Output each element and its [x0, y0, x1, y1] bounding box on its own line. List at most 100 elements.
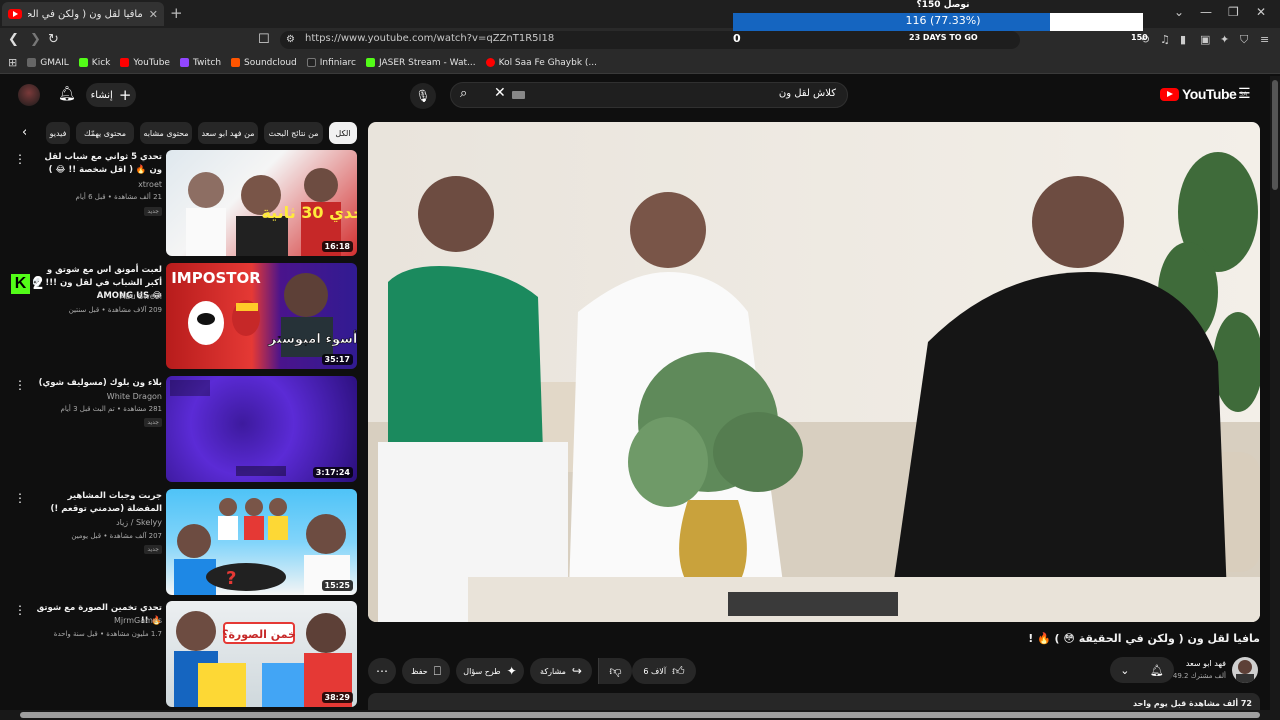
video-thumbnail[interactable]: خمن الصورة؟ 38:29	[166, 601, 357, 707]
channel-avatar[interactable]	[1232, 657, 1258, 683]
youtube-icon	[120, 58, 130, 67]
bookmark-save-icon: ⎕	[433, 663, 441, 678]
horizontal-scrollbar[interactable]	[0, 710, 1270, 720]
video-title[interactable]: تحدي 5 ثواني مع شباب لقل ون 🔥 ( اقل شخصة…	[30, 151, 163, 177]
reload-icon[interactable]: ↻	[48, 32, 59, 47]
bell-icon: 🔔︎	[1149, 663, 1164, 677]
horizontal-scroll-thumb[interactable]	[20, 712, 1260, 718]
create-button[interactable]: إنشاء +	[86, 83, 136, 107]
more-options-icon[interactable]: ⋮	[14, 378, 26, 392]
notifications-bell-icon[interactable]: 🔔︎	[58, 86, 76, 102]
chip-videos[interactable]: فيديو	[46, 122, 70, 144]
list-item[interactable]: IMPOSTOR أسوء امبوستر! 35:17 لعبت أمونق …	[0, 263, 360, 369]
ask-button[interactable]: طرح سؤال ✦	[456, 658, 524, 684]
back-icon[interactable]: ❮	[8, 32, 19, 47]
sparkle-icon[interactable]: ✦	[1220, 33, 1229, 46]
tab-search-icon[interactable]: ⌄	[1174, 5, 1184, 19]
account-avatar[interactable]	[18, 84, 40, 106]
wallet-icon[interactable]: ▣	[1200, 33, 1210, 46]
video-thumbnail[interactable]: ? 15:25	[166, 489, 357, 595]
share-button[interactable]: مشاركة ↪	[530, 658, 592, 684]
save-button[interactable]: حفظ ⎕	[402, 658, 450, 684]
microphone-icon: 🎙︎	[415, 89, 431, 103]
list-item[interactable]: ? 15:25 جربت وجبات المشاهير المفضلة (صدم…	[0, 489, 360, 595]
video-frame[interactable]	[368, 122, 1260, 622]
chip-from-search[interactable]: من نتائج البحث	[264, 122, 323, 144]
video-thumbnail[interactable]: 3:17:24	[166, 376, 357, 482]
goal-progress-text: 116 (77.33%)	[905, 14, 981, 27]
subscribed-button[interactable]: ⌄ 🔔︎	[1110, 657, 1174, 683]
goal-title: نوصل 150؟	[916, 0, 970, 10]
channel-name[interactable]: White Dragon	[22, 392, 162, 401]
channel-name[interactable]: زياد / Skelyy	[22, 518, 162, 527]
chip-scroll-left-icon[interactable]: ‹	[22, 125, 27, 140]
goal-progress-bar: 116 (77.33%)	[733, 13, 1143, 31]
video-thumbnail[interactable]: IMPOSTOR أسوء امبوستر! 35:17	[166, 263, 357, 369]
bookmark-kick[interactable]: Kick	[78, 58, 110, 68]
video-title[interactable]: جربت وجبات المشاهير المفضلة (صدمني توقعم…	[30, 490, 162, 516]
bookmark-label: Kol Saa Fe Ghaybk (...	[498, 57, 598, 68]
list-item[interactable]: 3:17:24 بلاء ون بلوك (مسوليف شوي) White …	[0, 376, 360, 482]
site-info-icon[interactable]: ⚙	[286, 34, 295, 45]
sidebar-icon[interactable]: ▮	[1180, 33, 1186, 46]
like-button[interactable]: 6 آلاف 👍︎	[632, 658, 696, 684]
bookmark-youtube[interactable]: YouTube	[120, 58, 170, 68]
guide-menu-icon[interactable]: ☰	[1238, 86, 1251, 102]
bookmark-soundcloud[interactable]: Soundcloud	[231, 58, 297, 68]
tab-close-icon[interactable]: ✕	[149, 8, 158, 21]
kick-icon	[78, 58, 88, 67]
shield-icon[interactable]: ⛉	[1240, 33, 1248, 47]
minimize-button[interactable]: —	[1200, 5, 1212, 19]
more-options-icon[interactable]: ⋮	[14, 491, 26, 505]
youtube-logo[interactable]: YouTube SA	[1160, 86, 1247, 102]
youtube-icon	[485, 58, 495, 67]
chip-all[interactable]: الكل	[329, 122, 357, 144]
close-window-button[interactable]: ✕	[1256, 5, 1266, 19]
thumbnail-text: تحدي 30 ثانية	[261, 203, 357, 223]
bookmark-infiniarc[interactable]: Infiniarc	[306, 58, 356, 68]
bookmark-twitch[interactable]: Twitch	[179, 58, 221, 68]
bookmark-icon[interactable]: ☐	[258, 32, 270, 47]
vertical-scroll-thumb[interactable]	[1272, 80, 1278, 190]
chip-for-you[interactable]: محتوى يهمّك	[76, 122, 134, 144]
more-options-icon[interactable]: ⋮	[14, 603, 26, 617]
music-icon[interactable]: ♫	[1160, 33, 1170, 46]
kick-live-widget: K 2	[11, 273, 43, 294]
bookmark-jaser-stream[interactable]: JASER Stream - Wat...	[365, 58, 476, 68]
channel-name[interactable]: xtroet	[22, 180, 162, 189]
chip-similar[interactable]: محتوى مشابه	[140, 122, 192, 144]
search-icon[interactable]: ⌕	[460, 86, 467, 101]
video-duration: 15:25	[321, 580, 353, 591]
new-badge: جديد	[144, 418, 162, 427]
more-options-icon[interactable]: ⋮	[14, 152, 26, 166]
voice-search-button[interactable]: 🎙︎	[410, 83, 436, 109]
apps-grid-icon[interactable]: ⊞	[8, 56, 17, 69]
new-tab-button[interactable]: +	[170, 4, 183, 22]
chip-from-channel[interactable]: من فهد ابو سعد	[198, 122, 258, 144]
bookmark-gmail[interactable]: GMAIL	[27, 58, 69, 68]
description-stats: 72 ألف مشاهدة قبل يوم واحد	[1133, 699, 1252, 708]
share-label: مشاركة	[540, 666, 566, 676]
clear-search-icon[interactable]: ✕	[494, 85, 506, 101]
tab-title: مافيا لقل ون ( ولكن في الحقيقة 😳 )	[28, 8, 143, 20]
more-actions-button[interactable]: ⋯	[368, 658, 396, 684]
video-title[interactable]: بلاء ون بلوك (مسوليف شوي)	[30, 377, 162, 390]
active-tab[interactable]: مافيا لقل ون ( ولكن في الحقيقة 😳 ) ✕	[2, 2, 164, 26]
infiniarc-icon	[306, 58, 316, 67]
list-item[interactable]: خمن الصورة؟ 38:29 تحدي تخمين الصورة مع ش…	[0, 601, 360, 707]
maximize-button[interactable]: ❐	[1228, 5, 1239, 19]
bookmark-kol-saa[interactable]: Kol Saa Fe Ghaybk (...	[485, 57, 598, 68]
sparkle-icon: ✦	[506, 664, 517, 678]
list-item[interactable]: تحدي 30 ثانية 16:18 تحدي 5 ثواني مع شباب…	[0, 150, 360, 256]
person-left-head	[418, 176, 494, 252]
person-right-head	[1032, 176, 1124, 268]
browser-menu-icon[interactable]: ≡	[1260, 33, 1269, 46]
video-player[interactable]	[368, 122, 1260, 622]
video-thumbnail[interactable]: تحدي 30 ثانية 16:18	[166, 150, 357, 256]
keyboard-icon[interactable]	[512, 91, 525, 99]
dislike-button[interactable]: 👎︎	[598, 658, 632, 684]
forward-icon[interactable]: ❯	[30, 32, 41, 47]
channel-name[interactable]: MjrmGames	[22, 616, 162, 625]
kick-icon	[365, 58, 375, 67]
vertical-scrollbar[interactable]	[1270, 76, 1280, 720]
